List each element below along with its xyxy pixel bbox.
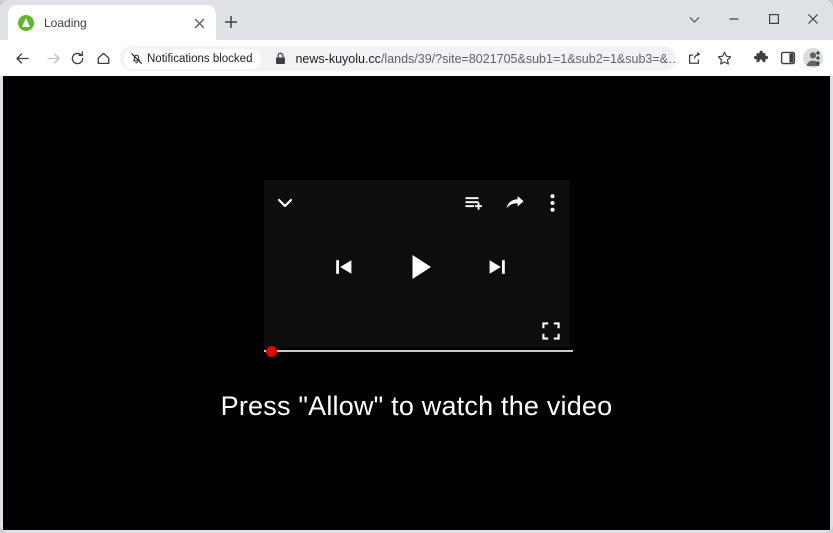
three-dots-vertical-icon xyxy=(816,51,820,65)
tab-strip: Loading xyxy=(0,0,833,40)
player-top-bar xyxy=(264,180,570,224)
lock-icon[interactable] xyxy=(275,52,286,65)
url-text: news-kuyolu.cc/lands/39/?site=8021705&su… xyxy=(295,52,676,66)
tab-search-button[interactable] xyxy=(672,3,716,35)
skip-previous-icon xyxy=(336,260,352,274)
share-arrow-icon xyxy=(506,196,524,209)
url-domain: news-kuyolu.cc xyxy=(295,51,381,66)
skip-next-icon xyxy=(489,260,505,274)
playlist-add-icon xyxy=(465,197,482,210)
page-content: Press "Allow" to watch the video xyxy=(3,76,830,530)
play-icon xyxy=(412,255,431,279)
close-tab-icon[interactable] xyxy=(190,14,208,32)
previous-track-button[interactable] xyxy=(330,253,358,281)
new-tab-button[interactable] xyxy=(219,10,243,34)
reload-button[interactable] xyxy=(64,45,90,71)
reload-icon xyxy=(71,50,83,64)
chevron-down-icon xyxy=(689,16,699,23)
extensions-icon[interactable] xyxy=(748,45,774,71)
page-scrollbar[interactable] xyxy=(824,76,830,530)
back-button[interactable] xyxy=(9,45,35,71)
home-button[interactable] xyxy=(90,45,116,71)
tab-title: Loading xyxy=(44,15,87,30)
notifications-blocked-chip[interactable]: Notifications blocked xyxy=(124,48,262,69)
video-player[interactable] xyxy=(264,180,573,357)
player-more-button[interactable] xyxy=(544,191,560,215)
add-to-queue-button[interactable] xyxy=(462,191,486,215)
url-path: /lands/39/?site=8021705&sub1=1&sub2=1&su… xyxy=(380,51,676,66)
three-dots-vertical-icon xyxy=(550,194,554,212)
bell-slash-icon xyxy=(131,53,142,64)
browser-menu-icon[interactable] xyxy=(810,45,826,71)
notifications-blocked-label: Notifications blocked xyxy=(147,52,253,65)
player-share-button[interactable] xyxy=(503,191,527,215)
address-bar[interactable]: Notifications blocked news-kuyolu.cc/lan… xyxy=(120,46,676,71)
minimize-button[interactable] xyxy=(712,3,756,35)
arrow-right-icon xyxy=(46,52,60,64)
progress-bar-track[interactable] xyxy=(264,350,573,352)
maximize-icon xyxy=(769,14,780,25)
bookmark-star-icon[interactable] xyxy=(711,45,737,71)
play-button[interactable] xyxy=(403,249,439,285)
browser-toolbar: Notifications blocked news-kuyolu.cc/lan… xyxy=(0,40,833,77)
player-collapse-button[interactable] xyxy=(274,192,296,214)
close-window-button[interactable] xyxy=(791,3,833,35)
arrow-left-icon xyxy=(15,52,29,64)
forward-button xyxy=(40,45,66,71)
share-page-icon[interactable] xyxy=(681,45,707,71)
progress-scrubber-handle[interactable] xyxy=(266,346,277,357)
chevron-down-icon xyxy=(277,198,293,208)
home-icon xyxy=(97,52,109,64)
close-icon xyxy=(808,14,818,24)
fullscreen-button[interactable] xyxy=(540,320,562,342)
browser-window: Loading Notifications blocked news-kuyol… xyxy=(0,0,833,533)
browser-tab[interactable]: Loading xyxy=(8,5,216,40)
minimize-icon xyxy=(729,18,739,20)
fullscreen-icon xyxy=(542,322,560,340)
plus-icon xyxy=(225,16,237,28)
maximize-button[interactable] xyxy=(752,3,796,35)
tab-favicon-icon xyxy=(18,14,34,31)
next-track-button[interactable] xyxy=(483,253,511,281)
side-panel-icon[interactable] xyxy=(775,45,801,71)
page-headline: Press "Allow" to watch the video xyxy=(220,391,613,421)
